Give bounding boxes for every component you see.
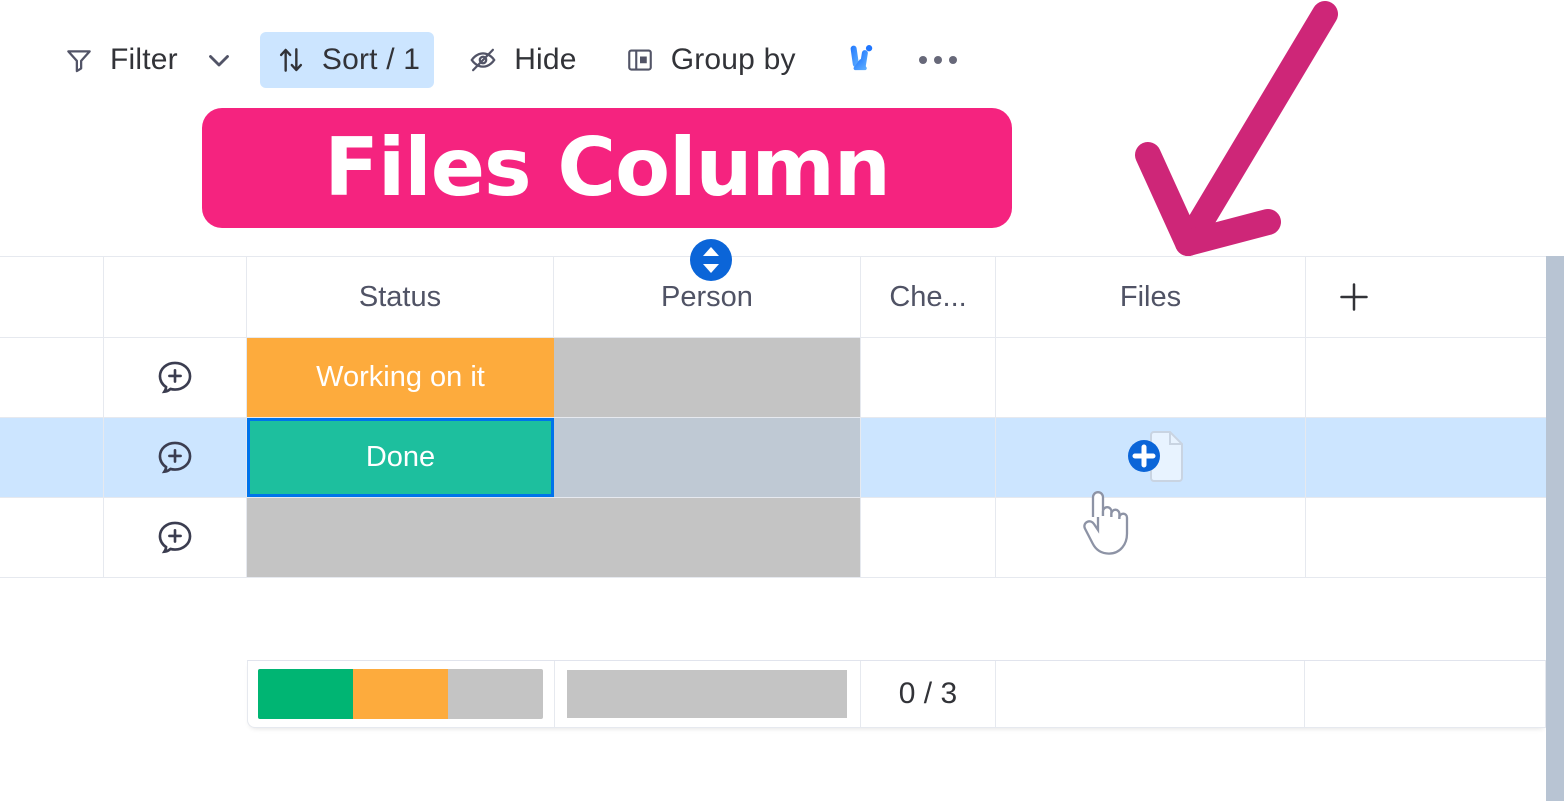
header-files-column[interactable]: Files bbox=[996, 257, 1306, 337]
group-by-label: Group by bbox=[670, 43, 796, 76]
eye-hidden-icon bbox=[466, 43, 500, 77]
status-label[interactable]: Working on it bbox=[247, 338, 554, 417]
summary-status-cell[interactable] bbox=[248, 661, 555, 727]
chat-add-icon[interactable] bbox=[104, 498, 247, 577]
chat-add-icon[interactable] bbox=[104, 338, 247, 417]
sort-arrows-icon bbox=[274, 43, 308, 77]
summary-person-cell[interactable] bbox=[555, 661, 862, 727]
status-label[interactable]: Done bbox=[247, 418, 554, 497]
header-chat-column bbox=[104, 257, 247, 337]
funnel-icon bbox=[62, 43, 96, 77]
header-checkbox-column[interactable]: Che... bbox=[861, 257, 996, 337]
status-distribution-bar bbox=[258, 669, 544, 719]
summary-checkbox-cell[interactable]: 0 / 3 bbox=[861, 661, 996, 727]
status-segment-empty bbox=[448, 669, 544, 719]
checkbox-count-label: 0 / 3 bbox=[898, 677, 958, 710]
group-panel-icon bbox=[623, 43, 657, 77]
person-cell[interactable] bbox=[554, 498, 861, 577]
table-row[interactable] bbox=[0, 498, 1546, 578]
add-file-icon[interactable] bbox=[1114, 426, 1188, 490]
status-cell[interactable] bbox=[247, 498, 554, 577]
person-cell[interactable] bbox=[554, 338, 861, 417]
vertical-scrollbar[interactable] bbox=[1546, 256, 1564, 801]
row-tail-cell bbox=[1306, 498, 1546, 577]
person-redacted-bar bbox=[567, 670, 848, 718]
more-horizontal-icon[interactable] bbox=[910, 32, 966, 88]
add-column-button[interactable] bbox=[1306, 257, 1546, 337]
annotation-banner: Files Column bbox=[202, 108, 1012, 228]
person-cell[interactable] bbox=[554, 418, 861, 497]
status-cell[interactable]: Working on it bbox=[247, 338, 554, 417]
chat-add-icon[interactable] bbox=[104, 418, 247, 497]
row-handle-cell[interactable] bbox=[0, 338, 104, 417]
sort-button[interactable]: Sort / 1 bbox=[259, 32, 435, 88]
person-redacted-bar bbox=[554, 498, 860, 577]
table-row[interactable]: Working on it bbox=[0, 338, 1546, 418]
row-tail-cell bbox=[1306, 418, 1546, 497]
hide-button[interactable]: Hide bbox=[452, 32, 591, 88]
status-segment-working-on-it bbox=[353, 669, 449, 719]
sort-updown-badge-icon[interactable] bbox=[689, 238, 733, 282]
checkbox-cell[interactable] bbox=[861, 338, 996, 417]
ai-sparkle-icon[interactable] bbox=[832, 32, 888, 88]
row-handle-cell[interactable] bbox=[0, 498, 104, 577]
board-summary-row: 0 / 3 bbox=[247, 660, 1546, 728]
sort-label: Sort / 1 bbox=[321, 43, 421, 76]
more-dot bbox=[933, 56, 942, 64]
status-segment-done bbox=[258, 669, 354, 719]
table-row[interactable]: Done bbox=[0, 418, 1546, 498]
board-toolbar: Filter Sort / 1 Hide Group by bbox=[0, 0, 1564, 120]
checkbox-cell[interactable] bbox=[861, 498, 996, 577]
header-row-handle bbox=[0, 257, 104, 337]
filter-button[interactable]: Filter bbox=[48, 32, 192, 88]
annotation-banner-text: Files Column bbox=[324, 121, 891, 214]
summary-files-cell[interactable] bbox=[996, 661, 1306, 727]
hide-label: Hide bbox=[514, 43, 577, 76]
files-cell[interactable] bbox=[996, 498, 1306, 577]
table-header-row: Status Person Che... Files bbox=[0, 256, 1546, 338]
summary-tail-cell bbox=[1305, 661, 1545, 727]
row-handle-cell[interactable] bbox=[0, 418, 104, 497]
files-cell[interactable] bbox=[996, 338, 1306, 417]
person-redacted-bar bbox=[554, 418, 860, 497]
row-tail-cell bbox=[1306, 338, 1546, 417]
filter-label: Filter bbox=[110, 43, 178, 76]
group-by-button[interactable]: Group by bbox=[609, 32, 810, 88]
header-status-column[interactable]: Status bbox=[247, 257, 554, 337]
status-label[interactable] bbox=[247, 498, 554, 577]
files-cell[interactable] bbox=[996, 418, 1306, 497]
status-cell[interactable]: Done bbox=[247, 418, 554, 497]
more-dot bbox=[918, 56, 927, 64]
filter-chevron-down-icon[interactable] bbox=[196, 37, 242, 83]
person-redacted-bar bbox=[554, 338, 860, 417]
more-dot bbox=[948, 56, 957, 64]
checkbox-cell[interactable] bbox=[861, 418, 996, 497]
